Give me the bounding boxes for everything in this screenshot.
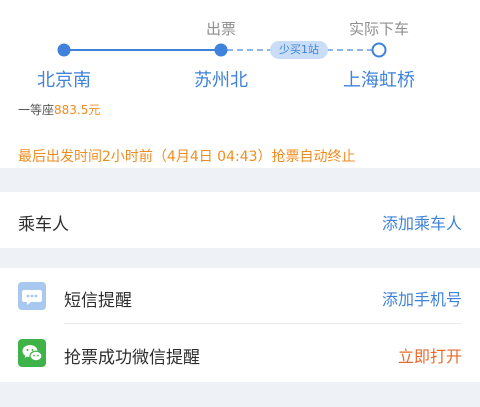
add-phone-button[interactable]: 添加手机号 xyxy=(382,286,462,310)
add-passenger-button[interactable]: 添加乘车人 xyxy=(382,210,462,234)
sms-reminder-label: 短信提醒 xyxy=(64,291,132,311)
wechat-reminder-row[interactable]: 抢票成功微信提醒 立即打开 xyxy=(0,324,480,382)
transfer-caption: 出票 xyxy=(205,20,237,38)
depart-station[interactable]: 北京南 xyxy=(37,66,91,92)
ticket-grab-page: 出票 实际下车 少买1站 北京南 苏州北 上海虹桥 一等座883.5元 最后出发… xyxy=(0,0,480,407)
transfer-node xyxy=(214,43,228,57)
passenger-row[interactable]: 乘车人 添加乘车人 xyxy=(0,192,480,248)
section-separator xyxy=(0,382,480,407)
seat-type: 一等座 xyxy=(18,103,55,117)
section-separator xyxy=(0,248,480,268)
section-separator xyxy=(0,168,480,192)
sms-reminder-row[interactable]: 短信提醒 添加手机号 xyxy=(0,268,480,324)
wechat-reminder-label: 抢票成功微信提醒 xyxy=(64,348,200,368)
remaining-stops-badge: 少买1站 xyxy=(270,41,328,59)
arrive-node xyxy=(371,42,387,58)
wechat-icon xyxy=(18,339,46,367)
deadline-notice: 最后出发时间2小时前（4月4日 04:43）抢票自动终止 xyxy=(18,149,356,165)
passenger-label: 乘车人 xyxy=(18,215,69,235)
enable-wechat-button[interactable]: 立即打开 xyxy=(398,343,462,367)
route-line-solid xyxy=(64,49,221,51)
arrive-station[interactable]: 上海虹桥 xyxy=(343,66,415,92)
depart-node xyxy=(57,43,71,57)
message-icon xyxy=(18,282,46,310)
seat-info: 一等座883.5元 xyxy=(18,101,100,118)
arrive-caption: 实际下车 xyxy=(348,20,410,38)
route-section: 出票 实际下车 少买1站 北京南 苏州北 上海虹桥 一等座883.5元 最后出发… xyxy=(0,0,480,168)
transfer-station[interactable]: 苏州北 xyxy=(194,66,248,92)
seat-price: 883.5元 xyxy=(54,103,101,117)
